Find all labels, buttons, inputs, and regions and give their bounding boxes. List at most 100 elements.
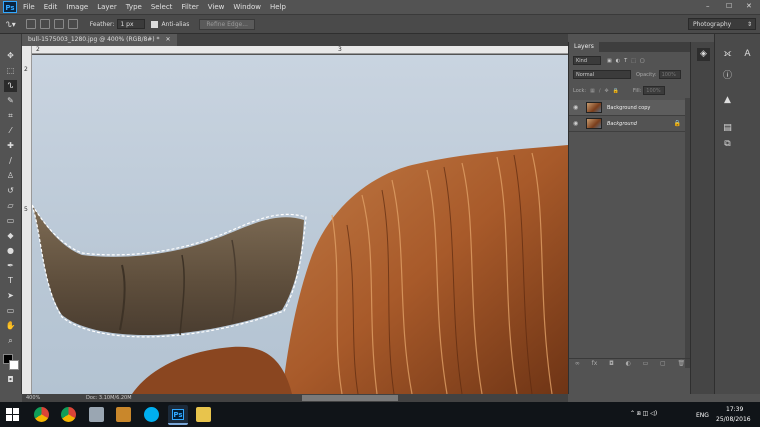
fill-input[interactable]: 100%: [643, 86, 666, 95]
add-selection-icon[interactable]: [39, 19, 50, 29]
crop-tool-icon[interactable]: ⌗: [4, 110, 17, 122]
minimize-button[interactable]: –: [706, 2, 710, 10]
intersect-selection-icon[interactable]: [67, 19, 78, 29]
layer-thumbnail: [586, 102, 602, 113]
windows-taskbar: Ps ⌃ ⧈ ◫ ◁) ENG 17:39 25/08/2016: [0, 402, 760, 427]
blur-tool-icon[interactable]: ◆: [4, 230, 17, 242]
language-indicator[interactable]: ENG: [696, 412, 709, 419]
hand-tool-icon[interactable]: ✋: [4, 320, 17, 332]
link-layers-icon[interactable]: ∞: [575, 360, 580, 367]
add-mask-icon[interactable]: ◘: [609, 360, 614, 367]
dodge-tool-icon[interactable]: ●: [4, 245, 17, 257]
lasso-tool-icon[interactable]: ᔐ: [4, 80, 17, 92]
doc-info[interactable]: Doc: 3.10M/6.20M: [86, 394, 132, 402]
layer-row[interactable]: ◉ Background copy: [569, 100, 685, 116]
kind-filter-select[interactable]: Kind: [573, 56, 601, 65]
chrome-icon[interactable]: [61, 407, 76, 422]
layer-name: Background: [607, 120, 637, 127]
antialias-checkbox[interactable]: [151, 20, 159, 28]
zoom-tool-icon[interactable]: ⌕: [4, 335, 17, 347]
layer-style-icon[interactable]: fx: [592, 360, 598, 367]
shape-tool-icon[interactable]: ▭: [4, 305, 17, 317]
calculator-icon[interactable]: [89, 407, 104, 422]
menu-window[interactable]: Window: [233, 3, 261, 11]
windows-start-icon[interactable]: [6, 408, 19, 421]
layers-dock-icon[interactable]: ◈: [697, 48, 710, 61]
menu-layer[interactable]: Layer: [97, 3, 117, 11]
menu-filter[interactable]: Filter: [181, 3, 198, 11]
eye-icon[interactable]: ◉: [573, 104, 581, 111]
gradient-tool-icon[interactable]: ▭: [4, 215, 17, 227]
stamp-tool-icon[interactable]: ♙: [4, 170, 17, 182]
quick-select-tool-icon[interactable]: ✎: [4, 95, 17, 107]
photoshop-taskbar-icon[interactable]: Ps: [168, 405, 188, 425]
layer-row[interactable]: ◉ Background 🔒: [569, 116, 685, 132]
background-color-swatch[interactable]: [9, 360, 19, 370]
filter-icons[interactable]: ▣◐T⬚▢: [607, 58, 649, 64]
workspace-select[interactable]: Photography ⇕: [688, 18, 756, 30]
layers-actions: ∞ fx ◘ ◐ ▭ ▢ 🗑: [569, 358, 691, 368]
close-tab-icon[interactable]: ✕: [165, 36, 170, 43]
menu-type[interactable]: Type: [126, 3, 142, 11]
media-player-icon[interactable]: [116, 407, 131, 422]
lock-icons[interactable]: ▦∕✥🔒: [590, 88, 623, 94]
adjustment-layer-icon[interactable]: ◐: [626, 360, 631, 367]
character-icon[interactable]: A: [741, 48, 754, 61]
feather-input[interactable]: 1 px: [117, 19, 146, 29]
marquee-tool-icon[interactable]: ⬚: [4, 65, 17, 77]
quick-mask-icon[interactable]: ◘: [4, 374, 17, 386]
type-tool-icon[interactable]: T: [4, 275, 17, 287]
menu-edit[interactable]: Edit: [44, 3, 58, 11]
horizontal-scrollbar[interactable]: [302, 395, 398, 401]
opacity-input[interactable]: 100%: [658, 70, 681, 79]
menu-file[interactable]: File: [23, 3, 35, 11]
close-button[interactable]: ✕: [746, 2, 752, 10]
eraser-tool-icon[interactable]: ▱: [4, 200, 17, 212]
properties-icon[interactable]: ▤: [721, 122, 734, 135]
file-explorer-icon[interactable]: [196, 407, 211, 422]
chrome-icon[interactable]: [34, 407, 49, 422]
clock-date[interactable]: 25/08/2016: [716, 416, 751, 423]
new-selection-icon[interactable]: [25, 19, 36, 29]
tab-layers[interactable]: Layers: [569, 42, 599, 52]
brush-settings-icon[interactable]: ⟗: [721, 48, 734, 61]
menu-view[interactable]: View: [208, 3, 225, 11]
document-canvas[interactable]: [32, 55, 568, 394]
new-layer-icon[interactable]: ▢: [660, 360, 666, 367]
layer-name: Background copy: [607, 104, 651, 111]
ruler-mark: 2: [36, 46, 40, 53]
clock-time[interactable]: 17:39: [726, 406, 743, 413]
path-select-tool-icon[interactable]: ➤: [4, 290, 17, 302]
pen-tool-icon[interactable]: ✒: [4, 260, 17, 272]
blend-row: Normal Opacity: 100%: [573, 70, 681, 79]
eye-icon[interactable]: ◉: [573, 120, 581, 127]
skype-icon[interactable]: [144, 407, 159, 422]
lock-label: Lock:: [573, 87, 587, 94]
history-brush-icon[interactable]: ↺: [4, 185, 17, 197]
histogram-icon[interactable]: ▲: [721, 94, 734, 107]
layers-panel-tabbar: Layers: [569, 42, 691, 52]
lock-icon: 🔒: [673, 120, 681, 127]
tray-icons[interactable]: ⌃ ⧈ ◫ ◁): [630, 410, 657, 418]
history-icon[interactable]: ⧉: [721, 138, 734, 151]
blend-mode-select[interactable]: Normal: [573, 70, 631, 79]
info-icon[interactable]: ⓘ: [721, 70, 734, 83]
eyedropper-tool-icon[interactable]: ⁄: [4, 125, 17, 137]
zoom-level[interactable]: 400%: [26, 394, 40, 402]
delete-layer-icon[interactable]: 🗑: [677, 360, 685, 367]
subtract-selection-icon[interactable]: [53, 19, 64, 29]
healing-tool-icon[interactable]: ✚: [4, 140, 17, 152]
new-group-icon[interactable]: ▭: [643, 360, 649, 367]
menu-bar: Ps File Edit Image Layer Type Select Fil…: [0, 0, 760, 14]
brush-tool-icon[interactable]: ∕: [4, 155, 17, 167]
lasso-preset-icon[interactable]: ᔐ▾: [6, 20, 16, 29]
document-tab[interactable]: bull-1575003_1280.jpg @ 400% (RGB/8#) * …: [22, 34, 177, 46]
move-tool-icon[interactable]: ✥: [4, 50, 17, 62]
refine-edge-button[interactable]: Refine Edge...: [199, 18, 255, 30]
menu-help[interactable]: Help: [270, 3, 286, 11]
status-bar: 400% Doc: 3.10M/6.20M: [22, 394, 568, 402]
lock-row: Lock: ▦∕✥🔒 Fill: 100%: [573, 86, 666, 95]
menu-image[interactable]: Image: [66, 3, 88, 11]
menu-select[interactable]: Select: [151, 3, 173, 11]
maximize-button[interactable]: ☐: [726, 2, 732, 10]
